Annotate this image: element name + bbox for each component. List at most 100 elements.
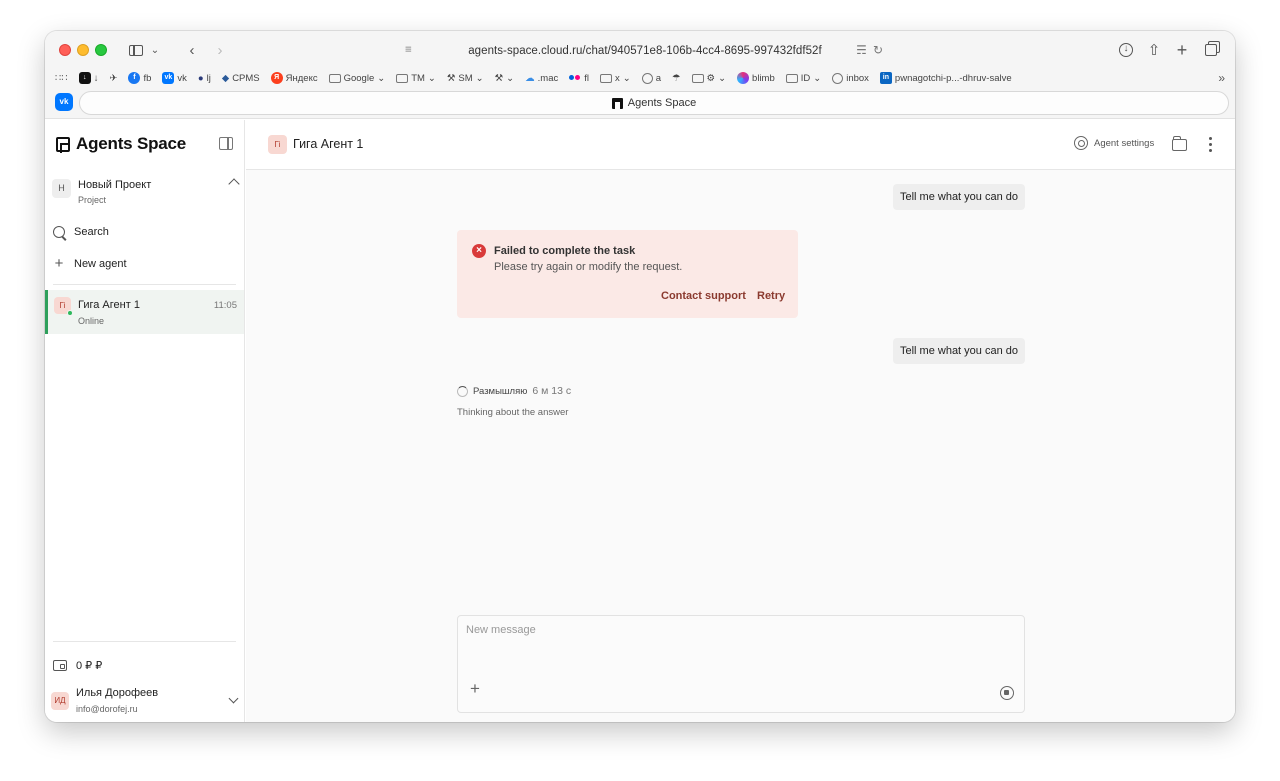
bookmark-8[interactable]: TM ⌄ [396, 73, 436, 84]
user-message: Tell me what you can do [892, 338, 1025, 364]
message-composer: + [457, 615, 1025, 713]
translate-icon[interactable]: ☴ [856, 43, 867, 57]
bookmark-0[interactable]: ↓ ↓ [78, 72, 98, 84]
user-email: info@dorofej.ru [76, 704, 138, 714]
bookmark-6[interactable]: Я Яндекс [270, 72, 318, 84]
chevron-up-icon[interactable] [228, 178, 240, 190]
bookmark-2[interactable]: f fb [128, 72, 151, 84]
brand[interactable]: Agents Space [56, 134, 186, 154]
collapse-sidebar-icon[interactable] [219, 137, 233, 150]
share-icon[interactable]: ⇧ [1145, 40, 1163, 60]
chevron-down-icon[interactable] [228, 693, 239, 704]
bookmark-12[interactable]: fl [569, 72, 589, 84]
close-window-button[interactable] [59, 44, 71, 56]
bookmark-10[interactable]: ⚒ ⌄ [495, 73, 515, 84]
forward-button[interactable]: › [213, 40, 227, 60]
bookmark-17[interactable]: blimb [737, 72, 775, 84]
agent-settings-button[interactable]: Agent settings [1074, 136, 1154, 150]
bookmark-18[interactable]: ID ⌄ [785, 73, 821, 84]
bookmark-16[interactable]: ⚙ ⌄ [691, 72, 727, 84]
bookmark-5[interactable]: ◆ CPMS [222, 73, 260, 84]
page-menu-icon[interactable]: ≡ [405, 44, 412, 56]
browser-window: ⌄ ‹ › ≡ agents-space.cloud.ru/chat/94057… [45, 31, 1235, 722]
bookmark-13[interactable]: x ⌄ [599, 73, 631, 84]
globe-icon [832, 72, 844, 84]
facebook-icon: f [128, 72, 141, 84]
pinned-tab-vk-icon[interactable]: vk [55, 93, 73, 111]
linkedin-icon: in [879, 72, 892, 84]
brand-name: Agents Space [76, 134, 187, 153]
address-bar[interactable]: ≡ agents-space.cloud.ru/chat/940571e8-10… [397, 39, 893, 63]
project-badge: Н [52, 179, 71, 198]
bookmark-14[interactable]: a [641, 72, 661, 84]
chevron-down-icon: ⌄ [475, 72, 484, 84]
bookmark-20[interactable]: in pwnagotchi-p...-dhruv-salve [879, 72, 1012, 84]
vk-icon: vk [162, 72, 175, 84]
divider [53, 284, 236, 285]
search-nav[interactable]: Search [53, 221, 109, 243]
error-description: Please try again or modify the request. [494, 261, 683, 273]
bookmark-4[interactable]: ● lj [198, 73, 211, 84]
chevron-down-icon: ⌄ [377, 72, 386, 84]
app: Agents Space Н Новый Проект Project Sear… [45, 120, 1235, 722]
user-message: Tell me what you can do [892, 184, 1025, 210]
bookmark-11[interactable]: ☁ .mac [525, 73, 558, 84]
bookmark-7[interactable]: Google ⌄ [328, 72, 386, 84]
tab-agents-space[interactable]: Agents Space [79, 91, 1229, 115]
bookmarks-overflow-icon[interactable]: » [1218, 71, 1225, 85]
project-name: Новый Проект [78, 179, 152, 191]
sidebar-toggle-icon[interactable] [127, 40, 145, 60]
online-status-dot [67, 310, 73, 316]
blimb-icon [737, 72, 750, 84]
new-tab-icon[interactable]: + [1173, 40, 1191, 60]
message-input[interactable] [466, 624, 1006, 664]
new-agent-button[interactable]: + New agent [53, 253, 127, 275]
search-icon [53, 226, 65, 238]
more-options-icon[interactable] [1209, 137, 1212, 152]
back-button[interactable]: ‹ [185, 40, 199, 60]
bookmark-9[interactable]: ⚒ SM ⌄ [447, 73, 484, 84]
chat-header: Гі Гига Агент 1 Agent settings [246, 120, 1235, 170]
folder-icon [599, 73, 612, 83]
attach-plus-icon[interactable]: + [470, 680, 480, 697]
chevron-down-icon[interactable]: ⌄ [149, 40, 161, 60]
retry-button[interactable]: Retry [757, 290, 785, 302]
cloud-icon: ☁ [525, 72, 535, 84]
chevron-down-icon: ⌄ [506, 72, 515, 84]
agent-list-item[interactable]: Гі Гига Агент 1 Online 11:05 [45, 290, 244, 334]
umbrella-icon: ☂ [672, 72, 681, 84]
folder-icon [328, 73, 341, 83]
balance-value: 0 ₽ ₽ [76, 660, 103, 672]
folder-icon [691, 73, 704, 83]
airplane-icon: ✈ [109, 72, 118, 84]
bookmark-3[interactable]: vk vk [162, 72, 187, 84]
bookmark-19[interactable]: inbox [832, 72, 869, 84]
folder-icon [785, 73, 798, 83]
agent-name: Гига Агент 1 [78, 299, 140, 311]
project-selector[interactable]: Н Новый Проект Project [52, 176, 240, 212]
gear-icon: ⚙ [706, 72, 716, 84]
spinner-icon [457, 385, 468, 397]
agents-space-logo-icon [56, 136, 70, 153]
agent-status: Online [78, 316, 105, 326]
reload-icon[interactable]: ↻ [873, 43, 883, 57]
chevron-down-icon: ⌄ [718, 72, 727, 84]
project-type: Project [78, 195, 107, 205]
contact-support-button[interactable]: Contact support [661, 290, 746, 302]
downloads-icon[interactable]: ↓ [1117, 40, 1135, 60]
chat-agent-avatar: Гі [268, 135, 287, 154]
balance[interactable]: 0 ₽ ₽ [53, 659, 102, 672]
tab-overview-icon[interactable] [1202, 40, 1220, 60]
bookmarks-bar: ∷∷ ↓ ↓ ✈ f fb vk vk ● lj ◆ CPMS Я Яндекс Googl… [55, 69, 1225, 87]
bookmark-15[interactable]: ☂ [672, 73, 681, 84]
folder-icon [396, 73, 409, 83]
url-text: agents-space.cloud.ru/chat/940571e8-106b… [468, 45, 822, 57]
user-menu[interactable]: ИД Илья Дорофеев info@dorofej.ru [51, 685, 241, 721]
tools-icon: ⚒ [494, 72, 504, 84]
stop-generation-icon[interactable] [1000, 686, 1014, 700]
apps-grid-icon[interactable]: ∷∷ [55, 73, 68, 84]
zoom-window-button[interactable] [95, 44, 107, 56]
minimize-window-button[interactable] [77, 44, 89, 56]
folder-icon[interactable] [1172, 136, 1187, 151]
bookmark-1[interactable]: ✈ [109, 73, 117, 84]
